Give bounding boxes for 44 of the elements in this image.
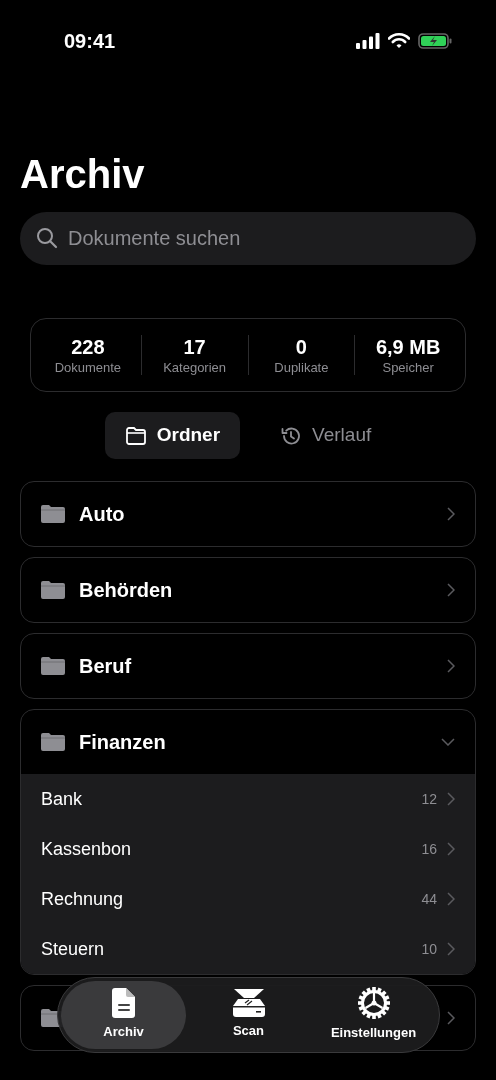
subfolder-row[interactable]: Steuern 10 xyxy=(21,924,475,974)
tab-bar-item[interactable]: Archiv xyxy=(61,981,186,1049)
signal-icon xyxy=(356,33,380,49)
folder-icon xyxy=(41,580,65,600)
view-tab[interactable]: Verlauf xyxy=(260,412,392,459)
folder-header[interactable]: Auto xyxy=(21,482,475,546)
stat-label: Kategorien xyxy=(163,360,227,376)
view-tab[interactable]: Ordner xyxy=(104,412,241,459)
folder-icon xyxy=(41,656,65,676)
stat-label: Dokumente xyxy=(54,360,122,376)
chevron-right-icon xyxy=(447,507,455,521)
chevron-right-icon xyxy=(447,583,455,597)
stat-value: 6,9 MB xyxy=(375,335,441,360)
chevron-right-icon xyxy=(447,842,455,856)
chevron-down-icon xyxy=(441,738,455,746)
search-icon xyxy=(36,227,58,249)
subfolder-row[interactable]: Rechnung 44 xyxy=(21,874,475,924)
document-icon xyxy=(111,988,136,1019)
subfolder-row[interactable]: Kassenbon 16 xyxy=(21,824,475,874)
stat-label: Duplikate xyxy=(274,360,329,376)
tab-bar-item[interactable]: Scan xyxy=(186,981,311,1049)
chevron-right-icon xyxy=(447,892,455,906)
gear-icon xyxy=(357,987,390,1020)
folder-icon xyxy=(124,425,147,446)
stat-value: 0 xyxy=(295,335,307,360)
folder-icon xyxy=(41,732,65,752)
stat-value: 17 xyxy=(183,335,206,360)
scanner-icon xyxy=(231,989,266,1018)
folder-header[interactable]: Behörden xyxy=(21,558,475,622)
wifi-icon xyxy=(388,33,410,49)
folder-icon xyxy=(41,504,65,524)
folder-header[interactable]: Finanzen xyxy=(21,710,475,774)
battery-icon xyxy=(418,33,452,49)
tab-bar-item[interactable]: Einstellungen xyxy=(311,981,436,1049)
stat-label: Speicher xyxy=(382,360,434,376)
chevron-right-icon xyxy=(447,792,455,806)
chevron-right-icon xyxy=(447,942,455,956)
status-time: 09:41 xyxy=(64,29,116,54)
page-title: Archiv xyxy=(20,151,146,198)
stat-value: 228 xyxy=(71,335,105,360)
subfolder-row[interactable]: Bank 12 xyxy=(21,774,475,824)
folder-header[interactable]: Beruf xyxy=(21,634,475,698)
chevron-right-icon xyxy=(447,659,455,673)
search-field[interactable]: Dokumente suchen xyxy=(20,212,476,265)
